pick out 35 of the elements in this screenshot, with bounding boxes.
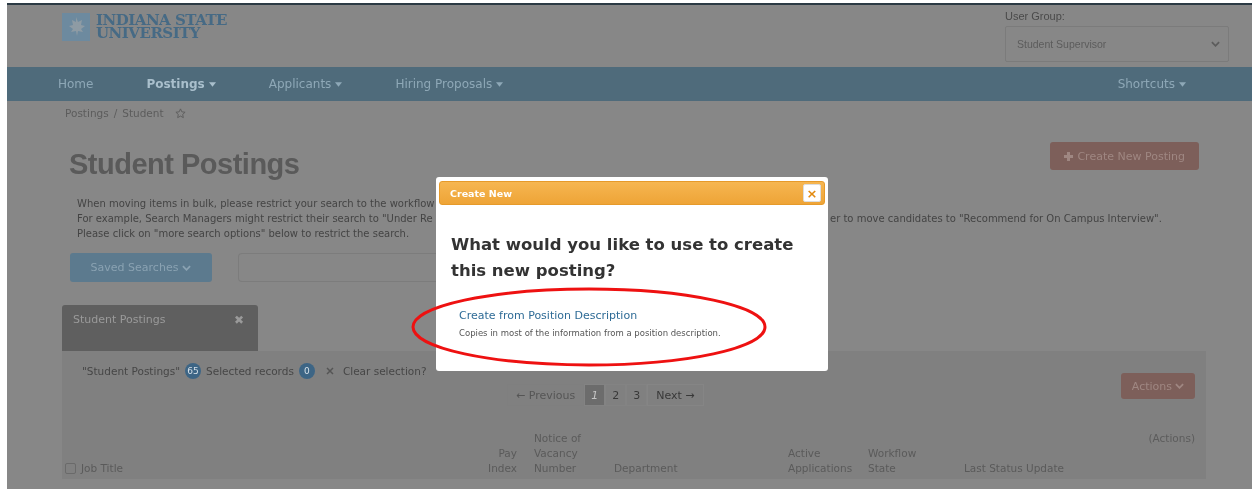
plus-icon <box>1064 151 1074 161</box>
create-option-link[interactable]: Create from Position Description <box>459 309 825 322</box>
results-tab[interactable]: Student Postings ✖ <box>62 305 258 351</box>
chevron-down-icon <box>1211 41 1220 47</box>
count-badge: 65 <box>185 363 201 379</box>
count-badge: 0 <box>298 363 315 379</box>
breadcrumb-separator: / <box>113 107 118 119</box>
chevron-down-icon <box>1175 383 1184 389</box>
dialog-title: Create New <box>450 187 512 199</box>
dialog-question: What would you like to use to create this new posting? <box>451 234 795 282</box>
selected-records-label: Selected records <box>206 365 294 377</box>
next-page-link[interactable]: Next → <box>647 384 704 406</box>
search-field[interactable] <box>238 253 437 282</box>
close-button[interactable]: × <box>803 184 821 202</box>
close-icon[interactable] <box>325 367 334 375</box>
tab-label: Student Postings <box>73 313 166 328</box>
nav-menu-item[interactable]: Home <box>58 77 94 91</box>
nav-menu-item[interactable]: Shortcuts <box>1117 77 1186 91</box>
nav-menu-item[interactable]: Postings <box>146 77 216 91</box>
user-group-label: User Group: <box>1005 10 1066 22</box>
leaf-logo-icon <box>62 13 90 41</box>
option-description: Copies in most of the information from a position description. <box>459 328 722 338</box>
nav-menu-item[interactable]: Hiring Proposals <box>395 77 504 91</box>
page-number-link[interactable]: 1 <box>584 384 606 406</box>
help-text: For example, Search Managers might restrict their search to "Under Re <box>77 212 434 226</box>
help-text: Please click on "more search options" below to restrict the search. <box>77 227 411 241</box>
university-name: INDIANA STATE UNIVERSITY <box>96 14 228 40</box>
nav-menu-item[interactable]: Applicants <box>268 77 343 91</box>
help-text: When moving items in bulk, please restrict your search to the workflow <box>77 197 436 211</box>
help-text: er to move candidates to "Recommend for On Campus Interview". <box>830 212 1162 226</box>
close-icon[interactable]: ✖ <box>233 313 244 351</box>
chevron-down-icon <box>182 264 192 271</box>
clear-selection-link[interactable]: Clear selection? <box>342 365 427 377</box>
list-name: "Student Postings" <box>82 365 180 377</box>
star-icon[interactable] <box>174 107 186 119</box>
